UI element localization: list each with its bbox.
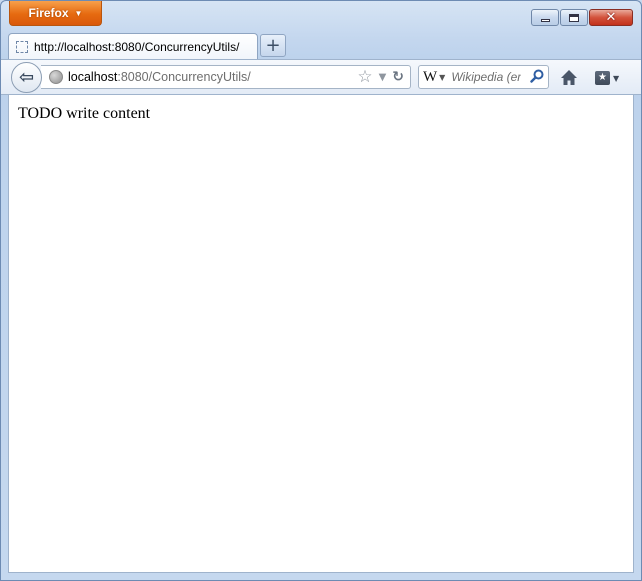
url-bar[interactable]: localhost:8080/ConcurrencyUtils/ ☆ ▼ ↻ (41, 65, 411, 89)
reload-icon[interactable]: ↻ (392, 69, 404, 85)
navigation-toolbar: localhost:8080/ConcurrencyUtils/ ☆ ▼ ↻ ⇦… (1, 59, 641, 95)
page-body-text: TODO write content (18, 105, 151, 122)
bookmarks-caret-icon: ▼ (613, 73, 620, 83)
search-bar[interactable]: W ▼ Wikipedia (en (418, 65, 549, 89)
tab-title: http://localhost:8080/ConcurrencyUtils/ (34, 39, 240, 54)
search-magnifier-icon[interactable] (530, 69, 544, 83)
bookmark-star-icon[interactable]: ☆ (357, 67, 372, 87)
maximize-button[interactable] (560, 9, 588, 26)
favicon-placeholder-icon (16, 40, 28, 53)
globe-icon (49, 70, 63, 84)
tab-active[interactable]: http://localhost:8080/ConcurrencyUtils/ (8, 33, 258, 59)
page-content: TODO write content (8, 95, 634, 573)
firefox-menu-button[interactable]: Firefox ▼ (9, 1, 102, 26)
close-icon: ✕ (605, 10, 617, 25)
wikipedia-icon[interactable]: W (423, 69, 437, 86)
firefox-menu-label: Firefox (28, 6, 69, 20)
url-text[interactable]: localhost:8080/ConcurrencyUtils/ (68, 70, 251, 84)
search-input[interactable]: Wikipedia (en (451, 70, 521, 84)
search-engine-caret-icon[interactable]: ▼ (439, 73, 445, 82)
bookmarks-menu-icon: ★ (595, 71, 610, 85)
history-dropmarker-icon[interactable]: ▼ (379, 72, 387, 83)
close-button[interactable]: ✕ (589, 9, 633, 26)
firefox-caret-icon: ▼ (74, 8, 83, 18)
minimize-icon (540, 19, 550, 22)
url-host: localhost (68, 70, 118, 84)
back-button[interactable]: ⇦ (11, 62, 42, 93)
window-controls: ✕ (531, 9, 633, 26)
back-arrow-icon: ⇦ (18, 67, 35, 88)
url-bar-icons: ☆ ▼ ↻ (357, 66, 404, 88)
new-tab-button[interactable]: + (260, 34, 286, 57)
browser-window: Firefox ▼ ✕ http://localhost:8080/Concur… (0, 0, 642, 581)
url-path: :8080/ConcurrencyUtils/ (117, 70, 251, 84)
maximize-icon (569, 13, 579, 22)
minimize-button[interactable] (531, 9, 559, 26)
home-icon[interactable] (559, 68, 579, 88)
bookmarks-menu-button[interactable]: ★ ▼ (595, 68, 629, 88)
